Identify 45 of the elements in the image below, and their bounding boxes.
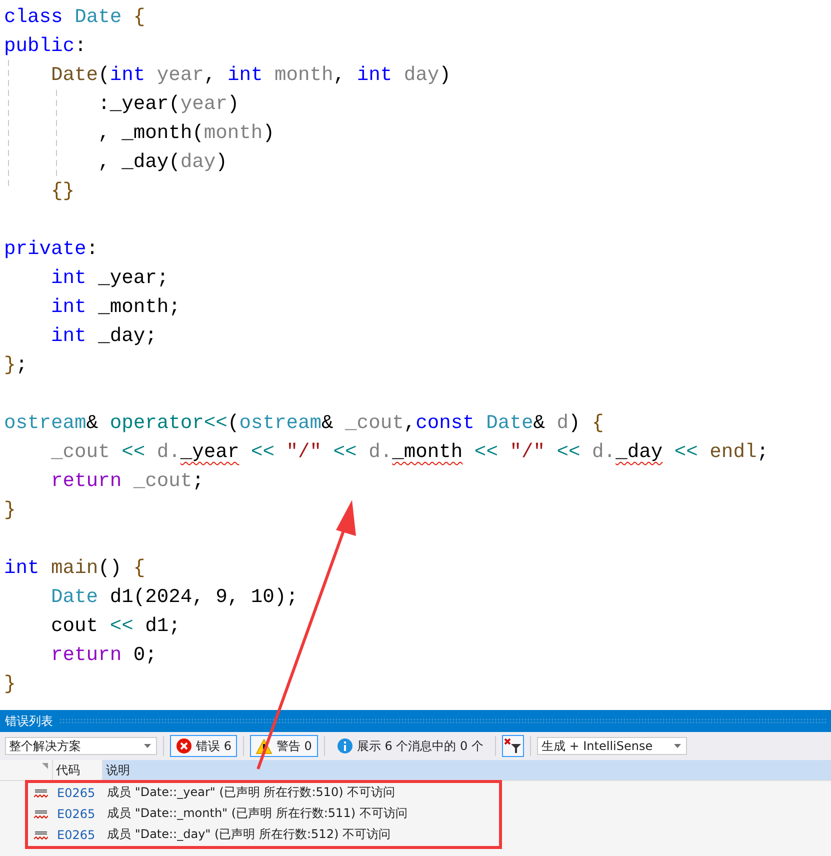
scope-dropdown[interactable]: 整个解决方案	[5, 737, 157, 755]
error-description: 成员 "Date::_day" (已声明 所在行数:512) 不可访问	[107, 826, 390, 843]
filter-button[interactable]: 错误 6	[170, 735, 238, 757]
caret-icon	[674, 744, 682, 748]
code-line: cout << d1;	[50, 614, 182, 639]
code-line: return 0;	[50, 643, 158, 668]
code-line: {}	[50, 179, 76, 204]
code-line: private:	[4, 237, 100, 262]
sort-corner-icon	[42, 763, 48, 769]
code-line: int _year;	[50, 266, 170, 291]
code-line: class Date {	[4, 5, 146, 30]
source-dropdown[interactable]: 生成 + IntelliSense	[537, 737, 688, 755]
spelling-error-icon	[34, 828, 48, 840]
code-line: };	[4, 353, 29, 378]
error-description: 成员 "Date::_month" (已声明 所在行数:511) 不可访问	[107, 805, 408, 822]
code-line: public:	[4, 34, 88, 59]
code-line: return _cout;	[50, 469, 205, 494]
code-line: Date(int year, int month, int day)	[50, 63, 452, 88]
caret-icon	[144, 744, 151, 748]
error-code-link[interactable]: E0265	[57, 828, 107, 842]
spelling-error-icon	[34, 786, 48, 798]
info-icon	[336, 738, 353, 754]
error-description: 成员 "Date::_year" (已声明 所在行数:510) 不可访问	[107, 784, 396, 801]
filter-toggle-button[interactable]	[502, 735, 524, 757]
error-icon	[176, 738, 192, 754]
filter-clear-icon	[504, 738, 522, 754]
code-line: }	[4, 672, 17, 697]
warning-icon	[256, 738, 272, 754]
code-line: int main() {	[4, 556, 146, 581]
code-line: ostream& operator<<(ostream& _cout,const Date& d) {	[4, 411, 605, 436]
filter-button[interactable]: 警告 0	[250, 735, 318, 757]
error-code-link[interactable]: E0265	[57, 786, 107, 800]
code-line: }	[4, 498, 17, 523]
code-line: _cout << d._year << "/" << d._month << "/" << d._day << endl;	[50, 440, 770, 465]
code-line: Date d1(2024, 9, 10);	[50, 585, 299, 610]
error-code-link[interactable]: E0265	[57, 806, 107, 820]
panel-title: 错误列表	[5, 712, 53, 730]
code-line: int _day;	[50, 324, 158, 349]
spelling-error-icon	[34, 808, 48, 820]
code-line: , _month(month)	[97, 121, 276, 146]
code-line: , _day(day)	[97, 150, 228, 175]
column-header[interactable]: 说明	[103, 760, 831, 780]
code-line: :_year(year)	[97, 92, 240, 117]
code-line: int _month;	[50, 295, 182, 320]
filter-button[interactable]: 展示 6 个消息中的 0 个	[330, 735, 490, 757]
